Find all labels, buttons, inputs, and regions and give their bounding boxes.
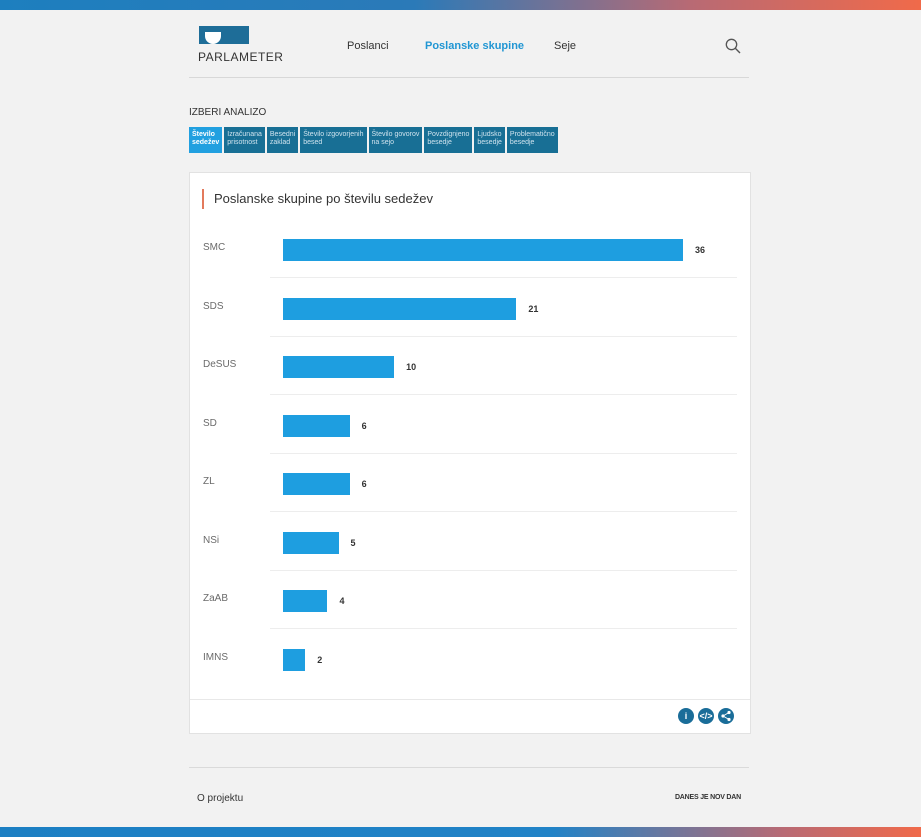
chart-bar[interactable]: [283, 297, 517, 320]
nav-poslanske-skupine[interactable]: Poslanske skupine: [425, 40, 524, 52]
chart-bar[interactable]: [283, 531, 339, 554]
chart-row: ZL 6: [190, 455, 750, 512]
footer-divider: [189, 767, 749, 768]
chart-row-divider: [270, 628, 737, 629]
page-container: PARLAMETER Poslanci Poslanske skupine Se…: [189, 10, 751, 804]
chart-bar[interactable]: [283, 648, 306, 671]
embed-icon[interactable]: </>: [698, 708, 714, 724]
analysis-tab-label-line2: na sejo: [371, 139, 395, 146]
chart-row-divider: [270, 335, 737, 337]
analysis-tab-label-line1: Število izgovorjenih: [303, 131, 364, 138]
chart-value-label: 36: [695, 245, 706, 255]
chart-value-label: 4: [339, 596, 345, 606]
analysis-tab-label-line2: besedje: [427, 139, 452, 146]
card-title: Poslanske skupine po številu sedežev: [202, 189, 433, 209]
chart-row: SD 6: [190, 397, 750, 454]
chart-category-label: IMNS: [203, 651, 228, 663]
site-header: PARLAMETER Poslanci Poslanske skupine Se…: [189, 10, 749, 78]
analysis-tab[interactable]: Problematično besedje: [506, 127, 558, 153]
chart-value-label: 6: [361, 479, 367, 489]
chart-value-label: 10: [406, 362, 417, 372]
footer-about-link[interactable]: O projektu: [197, 793, 243, 804]
chart-row-divider: [270, 394, 737, 395]
chart-category-label: ZL: [203, 476, 215, 487]
chart-row-divider: [270, 511, 737, 512]
chart-row-divider: [270, 277, 737, 278]
analysis-tab-label-line1: Izračunana: [227, 131, 262, 138]
bar-chart: SMC 36 SDS 21 DeSUS 10 SD 6 ZL 6 NSi 5 ZaAB 4 IMNS 2: [190, 221, 750, 699]
logo-text: PARLAMETER: [198, 50, 284, 64]
chart-category-label: SMC: [203, 242, 226, 253]
analysis-tab-label-line1: Število: [192, 131, 215, 138]
search-icon[interactable]: [725, 38, 741, 54]
chart-row: ZaAB 4: [190, 572, 750, 629]
chart-row: SDS 21: [190, 280, 750, 337]
analysis-tab[interactable]: Povzdignjeno besedje: [424, 127, 473, 153]
chart-value-label: 2: [317, 654, 323, 665]
chart-category-label: DeSUS: [203, 359, 237, 370]
chart-bar[interactable]: [283, 356, 395, 378]
analysis-tab[interactable]: Besedni zaklad: [266, 127, 299, 153]
bottom-gradient-bar: [0, 827, 921, 837]
analysis-tab-label-line2: zaklad: [269, 139, 291, 146]
chart-bar[interactable]: [283, 590, 328, 612]
chart-row: NSi 5: [190, 514, 750, 571]
chart-bar[interactable]: [283, 239, 683, 261]
chart-category-label: SDS: [203, 300, 224, 312]
chart-value-label: 6: [361, 420, 367, 431]
nav-seje[interactable]: Seje: [554, 40, 576, 52]
chart-row: DeSUS 10: [190, 338, 750, 395]
chart-card: Poslanske skupine po številu sedežev SMC…: [189, 172, 751, 734]
analysis-tab[interactable]: Število govorov na sejo: [368, 127, 423, 153]
analysis-tab-label-line2: besedje: [477, 139, 502, 146]
analysis-selector-title: IZBERI ANALIZO: [189, 107, 267, 118]
parlameter-logo[interactable]: PARLAMETER: [189, 24, 283, 68]
chart-row: IMNS 2: [190, 631, 750, 688]
analysis-tab-label-line1: Problematično: [509, 131, 555, 138]
analysis-tab-label-line1: Besedni: [269, 131, 296, 138]
analysis-tab-label-line1: Povzdignjeno: [427, 131, 470, 138]
chart-row: SMC 36: [190, 221, 750, 278]
chart-value-label: 5: [350, 537, 356, 548]
analysis-tab[interactable]: Ljudsko besedje: [474, 127, 505, 153]
analysis-tab-label-line2: besed: [303, 139, 323, 146]
card-footer: i </>: [190, 699, 750, 733]
share-icon[interactable]: [718, 708, 734, 724]
analysis-tab[interactable]: Število izgovorjenih besed: [300, 127, 367, 153]
chart-value-label: 21: [528, 303, 539, 314]
chart-category-label: SD: [203, 417, 217, 429]
logo-mark-icon: [199, 26, 249, 44]
analysis-tabs: Število sedežev Izračunana prisotnost Besedn…: [189, 127, 558, 153]
chart-category-label: NSi: [203, 534, 220, 546]
chart-row-divider: [270, 452, 737, 454]
nav-poslanci[interactable]: Poslanci: [347, 40, 389, 52]
analysis-tab[interactable]: Število sedežev: [189, 127, 223, 153]
analysis-tab-label-line2: prisotnost: [227, 139, 258, 146]
analysis-tab-label-line2: besedje: [509, 139, 535, 146]
footer-brand: DANES JE NOV DAN: [674, 794, 741, 801]
chart-row-divider: [270, 569, 737, 571]
top-gradient-bar: [0, 0, 921, 10]
chart-bar[interactable]: [283, 473, 350, 495]
chart-category-label: ZaAB: [203, 593, 229, 604]
chart-bar[interactable]: [283, 414, 350, 437]
analysis-tab[interactable]: Izračunana prisotnost: [224, 127, 265, 153]
analysis-tab-label-line1: Ljudsko: [477, 131, 502, 138]
analysis-tab-label-line2: sedežev: [192, 139, 220, 146]
analysis-tab-label-line1: Število govorov: [371, 131, 420, 138]
info-icon[interactable]: i: [678, 708, 694, 724]
